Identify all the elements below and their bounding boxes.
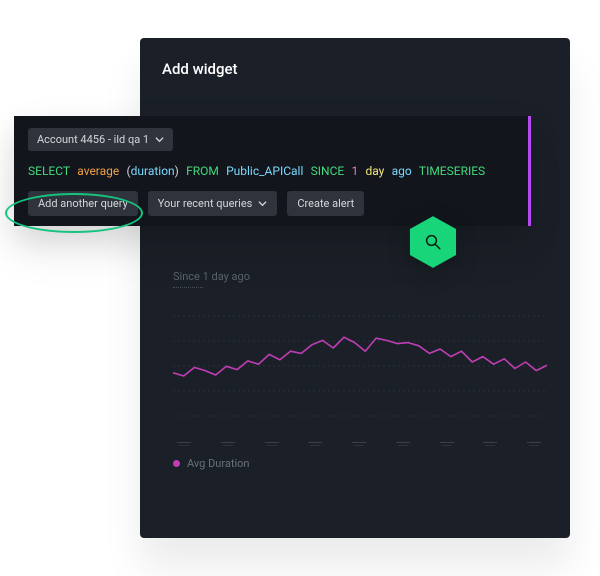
kw-select: SELECT [28, 164, 70, 178]
chart-caption: Since 1 day ago [173, 270, 547, 283]
query-buttons: Add another query Your recent queries Cr… [28, 191, 364, 216]
panel-title: Add widget [162, 60, 238, 78]
nrql-query[interactable]: SELECT average (duration) FROM Public_AP… [28, 163, 514, 179]
search-hex-badge[interactable] [409, 215, 457, 269]
legend-dot [173, 460, 180, 467]
chart-legend: Avg Duration [173, 457, 249, 470]
account-selector-label: Account 4456 - ild qa 1 [37, 133, 149, 146]
kw-from: FROM [186, 164, 219, 178]
kw-since: SINCE [311, 164, 345, 178]
kw-timeseries: TIMESERIES [419, 164, 485, 178]
kw-func: average [77, 164, 119, 178]
chevron-down-icon [155, 135, 164, 144]
query-editor: Account 4456 - ild qa 1 SELECT average (… [14, 116, 531, 226]
legend-label: Avg Duration [187, 457, 249, 470]
search-icon [424, 233, 442, 251]
create-alert-button[interactable]: Create alert [287, 191, 364, 216]
chart-plot [173, 296, 547, 426]
add-another-query-button[interactable]: Add another query [28, 191, 138, 216]
chart: Since 1 day ago Avg Duration [173, 270, 547, 470]
chevron-down-icon [258, 199, 267, 208]
account-selector[interactable]: Account 4456 - ild qa 1 [28, 128, 173, 151]
recent-queries-button[interactable]: Your recent queries [148, 191, 278, 216]
x-ticks [173, 442, 547, 448]
